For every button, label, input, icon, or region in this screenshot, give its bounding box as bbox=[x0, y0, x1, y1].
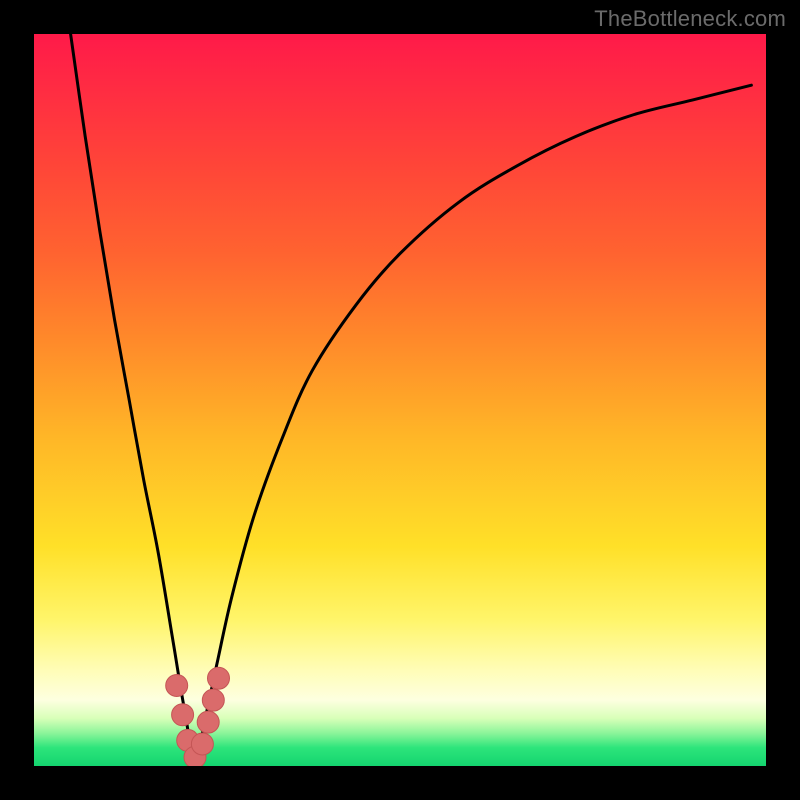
chart-frame bbox=[34, 34, 766, 766]
highlight-dot bbox=[191, 733, 213, 755]
highlight-dots-group bbox=[166, 667, 230, 766]
watermark-text: TheBottleneck.com bbox=[594, 6, 786, 32]
highlight-dot bbox=[172, 704, 194, 726]
highlight-dot bbox=[166, 675, 188, 697]
highlight-dot bbox=[208, 667, 230, 689]
bottleneck-curve-path bbox=[71, 34, 752, 759]
highlight-dot bbox=[197, 711, 219, 733]
highlight-dot bbox=[202, 689, 224, 711]
chart-svg bbox=[34, 34, 766, 766]
